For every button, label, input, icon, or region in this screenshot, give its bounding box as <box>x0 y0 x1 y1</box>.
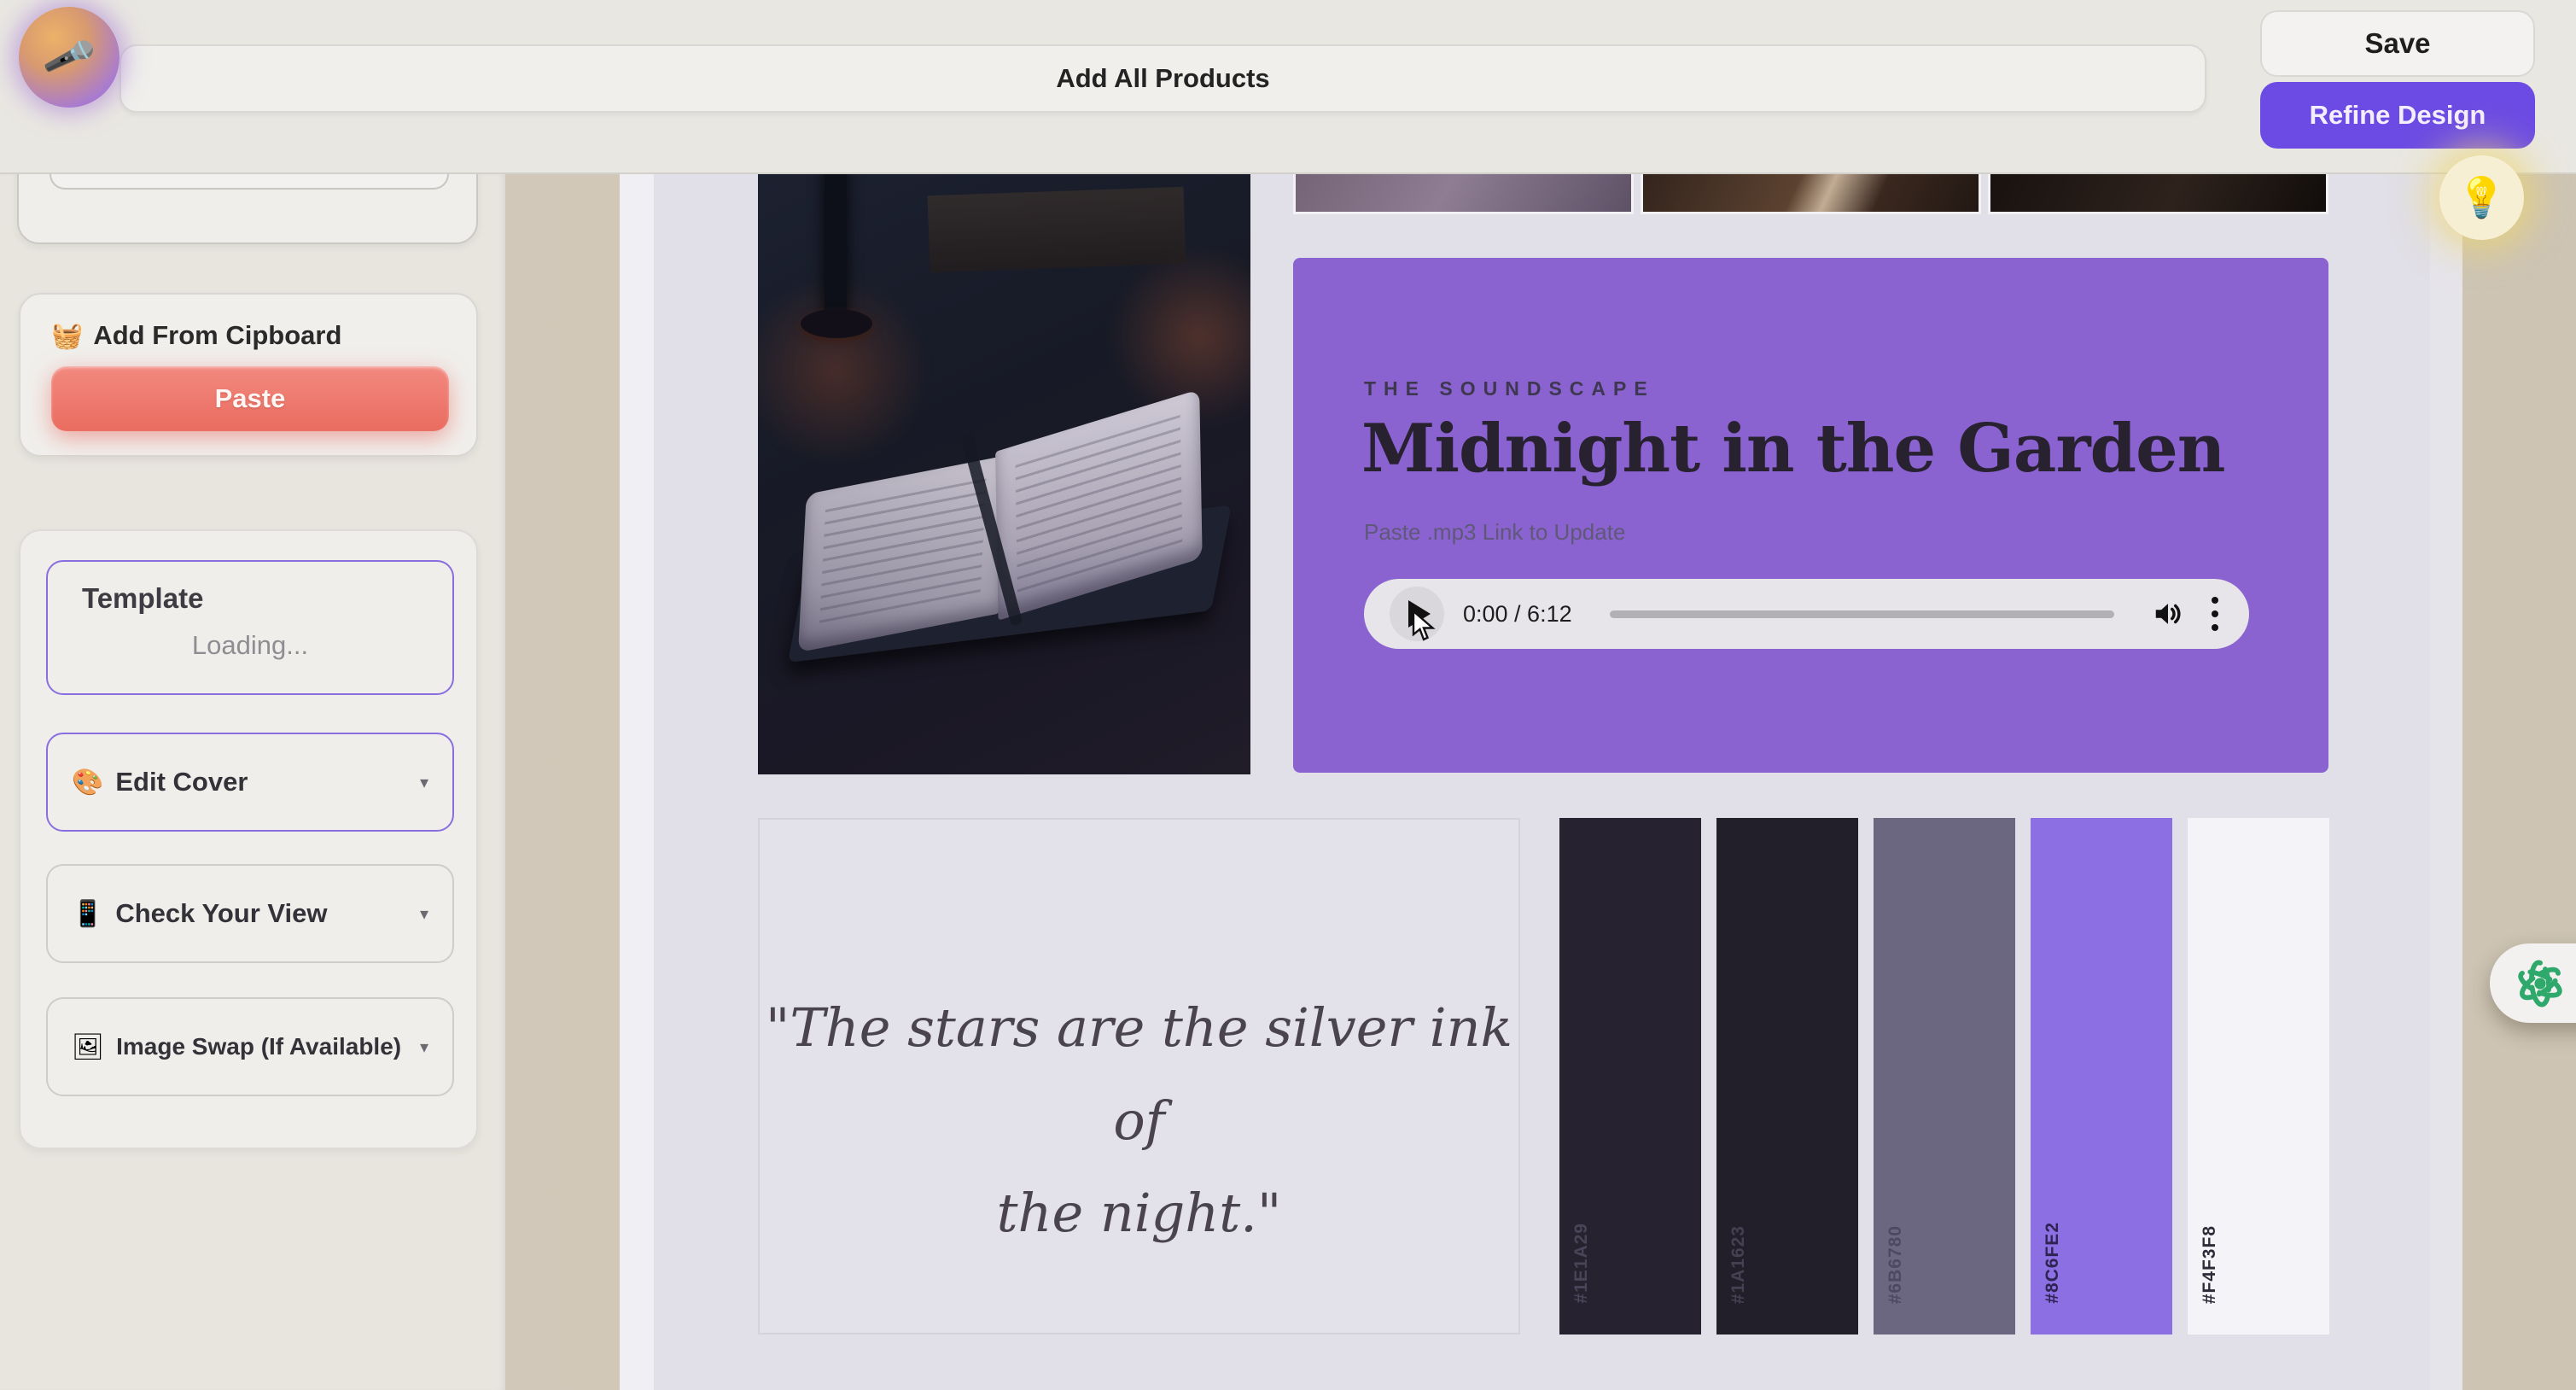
quote-text: "The stars are the silver ink of the nig… <box>760 982 1518 1260</box>
clipboard-card: 🧺 Add From Cipboard Paste <box>19 293 478 457</box>
palette-swatch-3[interactable]: #6B6780 <box>1874 818 2015 1335</box>
check-your-view-label: Check Your View <box>115 898 327 929</box>
edit-cover-dropdown[interactable]: 🎨 Edit Cover ▾ <box>46 733 454 832</box>
soundscape-eyebrow: THE SOUNDSCAPE <box>1364 377 1655 400</box>
player-menu-button[interactable] <box>2206 593 2223 634</box>
scrolled-card-inner <box>50 174 449 190</box>
brand-avatar[interactable]: 🎤 <box>19 7 119 108</box>
volume-icon[interactable] <box>2152 598 2184 630</box>
candlestick-silhouette <box>825 174 847 319</box>
design-canvas: THE SOUNDSCAPE Midnight in the Garden Pa… <box>620 174 2462 1390</box>
check-your-view-dropdown[interactable]: 📱 Check Your View ▾ <box>46 864 454 963</box>
mp3-link-hint: Paste .mp3 Link to Update <box>1364 519 1625 546</box>
seek-bar[interactable] <box>1610 610 2114 618</box>
sidebar: 🧺 Add From Cipboard Paste Template Loadi… <box>0 174 505 1390</box>
play-icon <box>1408 600 1431 628</box>
paste-button[interactable]: Paste <box>51 366 449 431</box>
playback-time: 0:00 / 6:12 <box>1463 601 1572 628</box>
clipboard-heading-label: Add From Cipboard <box>93 320 341 351</box>
template-box[interactable]: Template Loading... <box>46 560 454 695</box>
canvas-right-gutter <box>2430 174 2462 1390</box>
phone-icon: 📱 <box>72 899 103 929</box>
gallery-thumb-drapes[interactable] <box>1988 174 2328 214</box>
audio-player: 0:00 / 6:12 <box>1364 579 2249 649</box>
gallery-thumb-lavender[interactable] <box>1293 174 1634 214</box>
chevron-down-icon: ▾ <box>420 903 428 925</box>
palette-icon: 🎨 <box>72 768 103 797</box>
soundscape-title: Midnight in the Garden <box>1361 410 2224 488</box>
add-all-products-button[interactable]: Add All Products <box>119 44 2206 113</box>
palette-hex-label: #1E1A29 <box>1571 1223 1592 1304</box>
play-button[interactable] <box>1390 587 1444 641</box>
quote-line-2: the night." <box>760 1167 1518 1260</box>
palette-hex-label: #6B6780 <box>1885 1225 1906 1304</box>
lightbulb-icon: 💡 <box>2457 174 2506 221</box>
refine-design-button[interactable]: Refine Design <box>2260 82 2535 149</box>
photo-strip <box>1293 174 2328 214</box>
basket-icon: 🧺 <box>51 321 83 351</box>
image-swap-label: Image Swap (If Available) <box>116 1033 401 1060</box>
gallery-thumb-book[interactable] <box>1641 174 1981 214</box>
palette-hex-label: #8C6FE2 <box>2043 1222 2063 1304</box>
app-root: THE SOUNDSCAPE Midnight in the Garden Pa… <box>0 0 2576 1390</box>
template-loading-status: Loading... <box>48 630 452 661</box>
quote-line-1: "The stars are the silver ink of <box>760 982 1518 1167</box>
palette-swatch-4[interactable]: #8C6FE2 <box>2031 818 2172 1335</box>
extension-pill-button[interactable] <box>2490 943 2576 1023</box>
save-button[interactable]: Save <box>2260 10 2535 77</box>
scrolled-card-partial <box>17 174 478 244</box>
cover-image[interactable] <box>758 174 1250 774</box>
candle-glow <box>758 277 946 464</box>
chevron-down-icon: ▾ <box>420 1037 428 1058</box>
tips-lightbulb-button[interactable]: 💡 <box>2439 155 2524 240</box>
canvas-left-gutter <box>620 174 654 1390</box>
tools-card: Template Loading... 🎨 Edit Cover ▾ 📱 Che… <box>19 529 478 1149</box>
palette-swatch-1[interactable]: #1E1A29 <box>1559 818 1701 1335</box>
palette-hex-label: #F4F3F8 <box>2200 1225 2220 1304</box>
quote-card[interactable]: "The stars are the silver ink of the nig… <box>758 818 1520 1335</box>
image-swap-dropdown[interactable]: 🖼 Image Swap (If Available) ▾ <box>46 997 454 1096</box>
open-book-illustration <box>779 406 1232 695</box>
microphone-icon: 🎤 <box>40 29 98 85</box>
clipboard-heading: 🧺 Add From Cipboard <box>51 320 341 351</box>
palette-swatch-2[interactable]: #1A1623 <box>1716 818 1858 1335</box>
chevron-down-icon: ▾ <box>420 772 428 793</box>
edit-cover-label: Edit Cover <box>115 767 248 797</box>
template-title: Template <box>82 582 203 615</box>
book-stack-silhouette <box>928 187 1186 272</box>
atom-icon <box>2512 955 2568 1012</box>
palette-hex-label: #1A1623 <box>1728 1225 1749 1304</box>
palette-swatch-5[interactable]: #F4F3F8 <box>2188 818 2329 1335</box>
framed-picture-icon: 🖼 <box>72 1032 104 1062</box>
soundscape-card[interactable]: THE SOUNDSCAPE Midnight in the Garden Pa… <box>1293 258 2328 773</box>
